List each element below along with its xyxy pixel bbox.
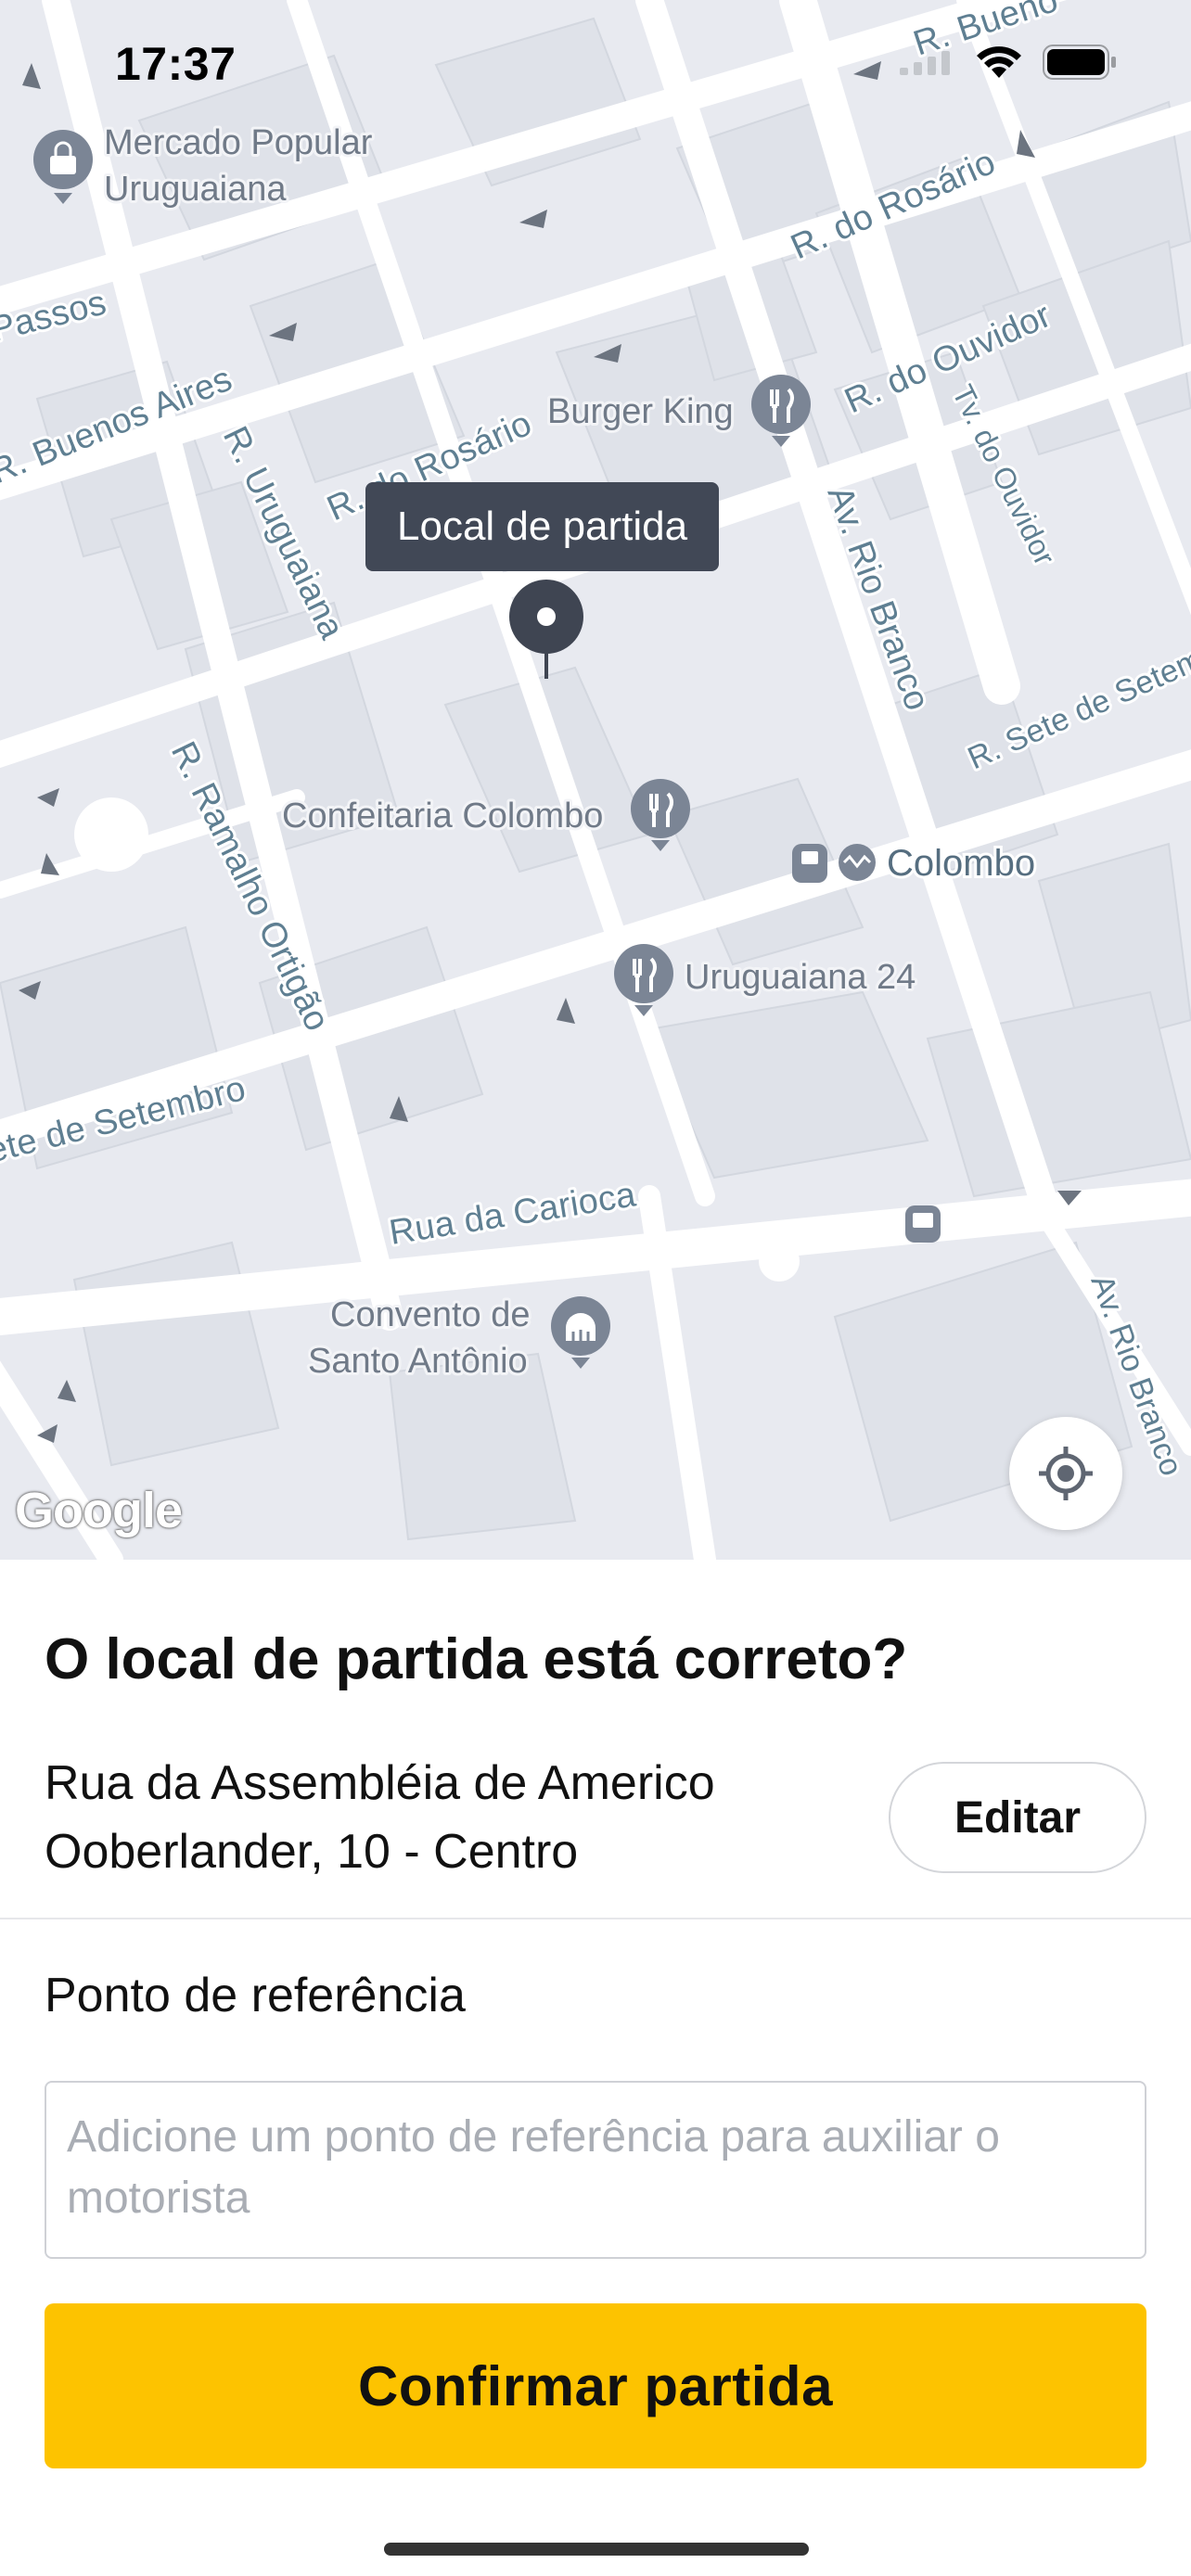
bus-stop[interactable] [905,1205,941,1243]
address-line-1: Rua da Assembléia de Americo [45,1756,715,1810]
map-roundabout [74,797,148,872]
map-circle [759,1241,800,1282]
poi-label-confeitaria: Confeitaria Colombo [282,797,603,835]
sheet-title: O local de partida está correto? [45,1627,908,1691]
locate-me-button[interactable] [1009,1417,1122,1530]
pickup-callout: Local de partida [365,482,720,571]
reference-field[interactable] [45,2081,1146,2259]
restaurant-icon [631,779,690,838]
map-canvas[interactable]: R. Bueno R. do Rosário R. do Ouvidor Tv.… [0,0,1191,1560]
poi-label-mercado-2: Uruguaiana [104,170,287,209]
poi-label-convento-1: Convento de [330,1295,531,1334]
restaurant-icon [614,944,673,1003]
battery-icon [1043,45,1116,80]
status-bar: 17:37 [0,0,1191,130]
confirm-pickup-button[interactable]: Confirmar partida [45,2303,1146,2468]
station-label-colombo: Colombo [887,843,1035,884]
divider [0,1918,1191,1919]
restaurant-icon [751,375,811,434]
reference-input[interactable] [46,2083,1145,2257]
status-time: 17:37 [115,38,237,90]
wifi-icon [977,46,1021,78]
pickup-pin-icon[interactable] [508,579,584,679]
address-line-2: Ooberlander, 10 - Centro [45,1825,579,1879]
confirm-pickup-sheet: O local de partida está correto? Rua da … [0,1560,1191,2576]
poi-label-burger-king: Burger King [547,392,734,431]
pickup-address: Rua da Assembléia de Americo Ooberlander… [45,1749,861,1886]
edit-address-button[interactable]: Editar [889,1762,1146,1873]
signal-icon [900,51,950,75]
map-view[interactable]: R. Bueno R. do Rosário R. do Ouvidor Tv.… [0,0,1191,1560]
poi-label-convento-2: Santo Antônio [308,1342,528,1381]
google-logo: Google [15,1483,183,1538]
status-icons [900,45,1117,80]
reference-label: Ponto de referência [45,1969,466,2022]
poi-label-uruguaiana24: Uruguaiana 24 [685,958,916,997]
home-indicator [384,2543,809,2556]
poi-convento[interactable]: Convento de Santo Antônio [305,1293,610,1384]
locate-me-icon [1039,1447,1093,1500]
